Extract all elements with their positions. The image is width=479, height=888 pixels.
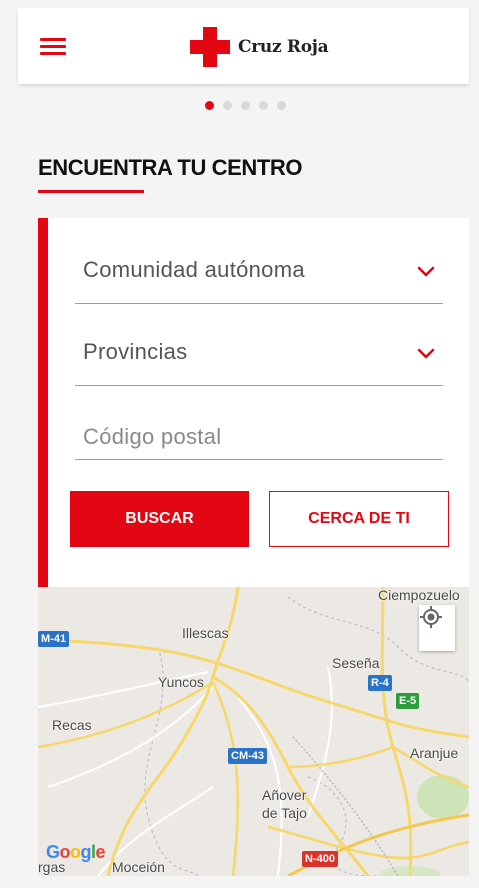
my-location-icon <box>420 606 442 628</box>
google-attribution-logo: Google <box>46 842 106 862</box>
postal-code-placeholder: Código postal <box>83 424 222 449</box>
card-accent-bar <box>38 218 48 588</box>
logo-text: Cruz Roja <box>238 37 329 57</box>
map-roads <box>38 587 469 876</box>
section-title: ENCUENTRA TU CENTRO <box>38 155 303 180</box>
map-place-label: de Tajo <box>262 805 307 821</box>
map-place-label: Yuncos <box>158 674 204 690</box>
road-shield: CM-43 <box>228 748 268 764</box>
road-shield: R-4 <box>368 675 392 691</box>
chevron-down-icon <box>417 266 435 277</box>
center-search-form: Comunidad autónoma Provincias Código pos… <box>38 218 469 588</box>
map-place-label: Seseña <box>332 655 380 671</box>
road-shield: E-5 <box>396 693 420 709</box>
title-underline <box>38 190 144 193</box>
my-location-button[interactable] <box>419 605 455 651</box>
road-shield: N-400 <box>302 851 338 867</box>
province-select[interactable]: Provincias <box>75 328 443 386</box>
province-select-value: Provincias <box>83 339 188 364</box>
near-me-button[interactable]: CERCA DE TI <box>269 491 449 547</box>
map-view[interactable]: Ciempozuelo Illescas Seseña Yuncos Recas… <box>38 587 469 876</box>
app-header: Cruz Roja <box>18 8 469 84</box>
carousel-dot[interactable] <box>223 101 232 110</box>
postal-code-field[interactable]: Código postal <box>75 418 443 460</box>
map-place-label: Ciempozuelo <box>378 587 460 603</box>
brand-logo[interactable]: Cruz Roja <box>190 27 329 67</box>
map-place-label: Recas <box>52 717 92 733</box>
map-place-label: Moceión <box>112 859 165 875</box>
carousel-dots <box>205 101 286 110</box>
region-select[interactable]: Comunidad autónoma <box>75 246 443 304</box>
app-screen: Cruz Roja ENCUENTRA TU CENTRO Comunidad … <box>0 0 479 888</box>
map-place-label: Aranjue <box>410 745 459 761</box>
red-cross-icon <box>190 27 230 67</box>
chevron-down-icon <box>417 348 435 359</box>
carousel-dot[interactable] <box>241 101 250 110</box>
region-select-value: Comunidad autónoma <box>83 257 305 282</box>
road-shield: M-41 <box>38 631 70 647</box>
search-button[interactable]: BUSCAR <box>70 491 249 547</box>
carousel-dot[interactable] <box>205 101 214 110</box>
carousel-dot[interactable] <box>259 101 268 110</box>
carousel-dot[interactable] <box>277 101 286 110</box>
hamburger-menu-icon[interactable] <box>40 38 66 56</box>
map-place-label: Añover <box>262 787 307 803</box>
map-place-label: Illescas <box>182 625 229 641</box>
